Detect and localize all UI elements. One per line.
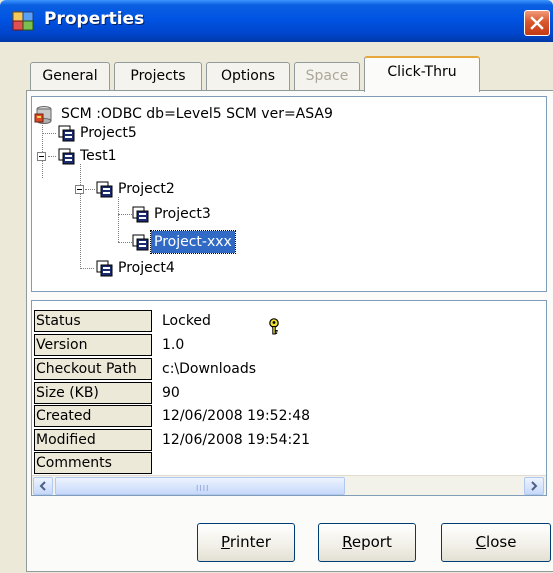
property-row-status[interactable]: Status Locked <box>34 310 544 335</box>
property-row-checkout-path[interactable]: Checkout Path c:\Downloads <box>34 358 544 380</box>
property-name: Checkout Path <box>34 358 152 380</box>
close-button[interactable]: Close <box>441 523 551 562</box>
tree-line <box>85 189 95 190</box>
properties-icon <box>12 11 34 31</box>
tree-item-label: Project2 <box>118 181 175 197</box>
tree-item-label: Project5 <box>80 125 137 141</box>
project-icon <box>132 206 149 223</box>
project-icon <box>132 234 149 251</box>
property-name: Comments <box>34 452 152 474</box>
report-label: eport <box>351 533 392 551</box>
key-icon <box>269 318 279 335</box>
scroll-thumb[interactable]: IIII <box>55 477 345 495</box>
tree-item-label: Test1 <box>80 148 117 164</box>
database-icon <box>34 106 52 124</box>
close-window-button[interactable] <box>524 10 550 36</box>
property-value: 1.0 <box>162 337 185 353</box>
tree-item-label: Project4 <box>118 260 175 276</box>
property-row-created[interactable]: Created 12/06/2008 19:52:48 <box>34 405 544 427</box>
property-row-size[interactable]: Size (KB) 90 <box>34 382 544 404</box>
property-name: Created <box>34 405 152 427</box>
property-row-modified[interactable]: Modified 12/06/2008 19:54:21 <box>34 429 544 451</box>
tree-line <box>118 242 132 243</box>
property-value: 12/06/2008 19:52:48 <box>162 408 311 424</box>
tab-space: Space <box>294 62 360 90</box>
project-icon <box>96 181 113 198</box>
report-button[interactable]: Report <box>318 523 416 562</box>
chevron-left-icon <box>39 481 46 491</box>
project-icon <box>96 260 113 277</box>
project-icon <box>58 125 75 142</box>
printer-label: rinter <box>229 533 271 551</box>
tab-click-thru[interactable]: Click-Thru <box>364 56 480 92</box>
tab-general[interactable]: General <box>30 62 110 90</box>
printer-accesskey: P <box>221 533 230 551</box>
tree-item-label: Project3 <box>154 206 211 222</box>
project-icon <box>58 148 75 165</box>
tab-options[interactable]: Options <box>206 62 290 90</box>
properties-window: Properties General Projects Options Spac… <box>0 0 553 573</box>
property-value: 12/06/2008 19:54:21 <box>162 432 311 448</box>
property-row-comments[interactable]: Comments <box>34 452 544 474</box>
property-value: Locked <box>162 313 211 329</box>
scroll-left-button[interactable] <box>33 477 53 495</box>
property-name: Status <box>34 310 152 332</box>
tree-line <box>48 156 56 157</box>
horizontal-scrollbar[interactable]: IIII <box>32 475 546 495</box>
collapse-toggle-project2[interactable] <box>75 185 84 194</box>
printer-button[interactable]: Printer <box>197 523 295 562</box>
report-accesskey: R <box>342 533 352 551</box>
property-row-version[interactable]: Version 1.0 <box>34 334 544 356</box>
tree-line <box>118 214 132 215</box>
scroll-right-button[interactable] <box>524 477 544 495</box>
tree-line <box>80 164 81 267</box>
scroll-grip: IIII <box>196 484 210 493</box>
close-icon <box>530 16 544 30</box>
close-label: lose <box>486 533 517 551</box>
properties-grid[interactable]: Status Locked Version 1.0 Checkout Path … <box>31 300 547 496</box>
tree-line <box>42 119 43 178</box>
chevron-right-icon <box>531 481 538 491</box>
property-name: Version <box>34 334 152 356</box>
tree-item-label: Project-xxx <box>150 230 236 254</box>
collapse-toggle-test1[interactable] <box>37 152 46 161</box>
property-name: Size (KB) <box>34 382 152 404</box>
tab-projects[interactable]: Projects <box>114 62 202 90</box>
project-tree[interactable]: SCM :ODBC db=Level5 SCM ver=ASA9 Project… <box>31 96 547 292</box>
title-bar[interactable]: Properties <box>0 0 553 42</box>
tree-line <box>118 197 119 242</box>
window-title: Properties <box>44 9 145 29</box>
property-value: 90 <box>162 385 180 401</box>
property-value: c:\Downloads <box>162 361 257 377</box>
tree-line <box>42 133 56 134</box>
property-name: Modified <box>34 429 152 451</box>
tree-line <box>80 268 94 269</box>
close-accesskey: C <box>475 533 487 551</box>
